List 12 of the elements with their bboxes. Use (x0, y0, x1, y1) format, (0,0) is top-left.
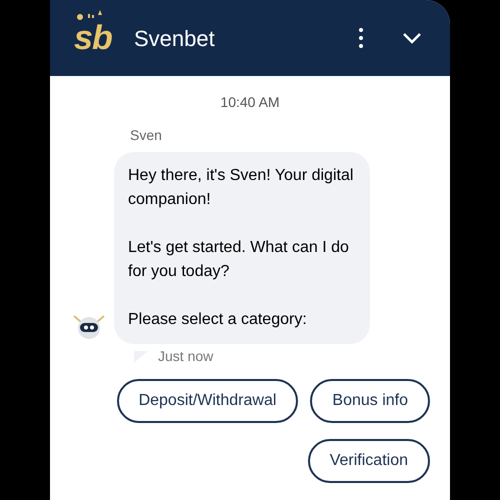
logo: sb (74, 21, 112, 55)
window-title: Svenbet (134, 24, 215, 52)
timestamp: 10:40 AM (220, 93, 280, 112)
message-text: Hey there, it's Sven! Your digital companion! (128, 166, 354, 210)
quick-reply-button[interactable]: Bonus info (310, 379, 430, 423)
chevron-down-icon[interactable] (402, 32, 422, 44)
message-time: Just now (158, 347, 214, 366)
quick-reply-button[interactable]: Verification (308, 439, 430, 483)
quick-reply-button[interactable]: Deposit/Withdrawal (116, 379, 298, 423)
sender-name: Sven (130, 126, 163, 145)
message-text: Let's get started. What can I do for you today? (128, 238, 350, 282)
message-text: Please select a category: (128, 310, 308, 330)
